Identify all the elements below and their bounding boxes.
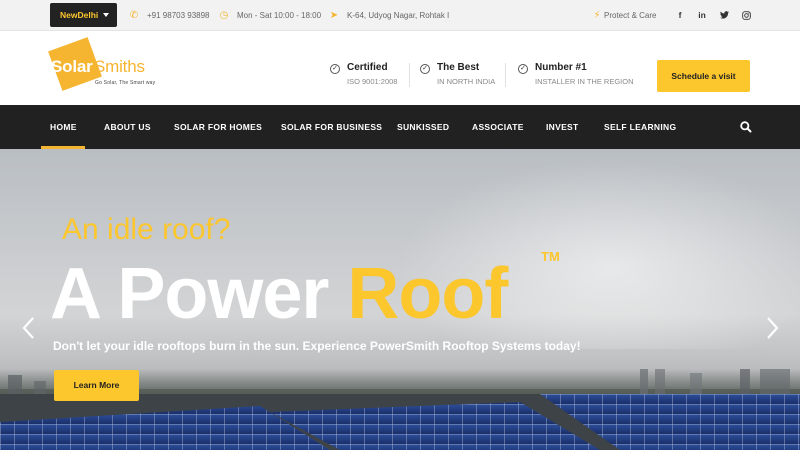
opening-hours: ◷ Mon - Sat 10:00 - 18:00 [219, 0, 321, 31]
check-circle-icon: ✓ [420, 64, 430, 74]
nav-item-solar-for-business[interactable]: SOLAR FOR BUSINESS [281, 105, 382, 149]
instagram-icon[interactable] [739, 0, 753, 31]
hero-question: An idle roof? [62, 213, 231, 246]
slider-next-arrow-icon[interactable] [764, 316, 780, 340]
hero-background-solar-panels [0, 394, 800, 450]
feature-title: The Best [437, 62, 480, 73]
trademark-mark: TM [541, 249, 560, 264]
protect-care-link[interactable]: ⚡ Protect & Care [592, 0, 656, 31]
city-selector[interactable]: NewDelhi [50, 3, 117, 27]
site-logo[interactable]: Solar Smiths Go Solar, The Smart way [48, 36, 178, 96]
feature-subtitle: ISO 9001:2008 [347, 77, 398, 86]
nav-item-associate[interactable]: ASSOCIATE [472, 105, 524, 149]
nav-item-solar-for-homes[interactable]: SOLAR FOR HOMES [174, 105, 262, 149]
protect-care-label: Protect & Care [604, 11, 657, 20]
check-circle-icon: ✓ [330, 64, 340, 74]
phone-number: +91 98703 93898 [147, 11, 210, 20]
check-circle-icon: ✓ [518, 64, 528, 74]
divider [409, 63, 410, 87]
nav-item-about-us[interactable]: ABOUT US [104, 105, 151, 149]
phone-contact[interactable]: ✆ +91 98703 93898 [129, 0, 210, 31]
logo-tagline: Go Solar, The Smart way [95, 80, 156, 86]
hero-headline-yellow: Roof [347, 254, 508, 334]
nav-item-invest[interactable]: INVEST [546, 105, 579, 149]
feature-title: Number #1 [535, 62, 587, 73]
location-arrow-icon: ➤ [329, 10, 339, 21]
hero-slider: An idle roof? A Power Roof TM Don't let … [0, 149, 800, 450]
phone-icon: ✆ [129, 10, 139, 21]
facebook-icon[interactable]: f [673, 0, 687, 31]
learn-more-button[interactable]: Learn More [54, 370, 139, 401]
main-nav: HOME ABOUT US SOLAR FOR HOMES SOLAR FOR … [0, 105, 800, 149]
twitter-icon[interactable] [717, 0, 731, 31]
hours-text: Mon - Sat 10:00 - 18:00 [237, 11, 322, 20]
logo-text-solar: Solar [51, 57, 93, 76]
divider [505, 63, 506, 87]
plug-icon: ⚡ [593, 10, 601, 21]
clock-icon: ◷ [219, 10, 229, 21]
feature-title: Certified [347, 62, 388, 73]
linkedin-icon[interactable]: in [695, 0, 709, 31]
hero-headline: A Power Roof [50, 253, 508, 335]
slider-prev-arrow-icon[interactable] [21, 316, 37, 340]
feature-subtitle: IN NORTH INDIA [437, 77, 496, 86]
schedule-visit-button[interactable]: Schedule a visit [657, 60, 750, 92]
city-selector-label: NewDelhi [60, 10, 99, 20]
address: ➤ K-64, Udyog Nagar, Rohtak I [329, 0, 449, 31]
hero-headline-white: A Power [50, 254, 329, 334]
nav-item-home[interactable]: HOME [50, 105, 77, 149]
site-header: Solar Smiths Go Solar, The Smart way ✓ C… [0, 31, 800, 105]
hero-subtitle: Don't let your idle rooftops burn in the… [53, 339, 581, 353]
address-text: K-64, Udyog Nagar, Rohtak I [347, 11, 450, 20]
top-bar: NewDelhi ✆ +91 98703 93898 ◷ Mon - Sat 10:… [0, 0, 800, 31]
search-icon[interactable] [739, 120, 753, 134]
chevron-down-icon [103, 13, 109, 17]
nav-item-self-learning[interactable]: SELF LEARNING [604, 105, 676, 149]
feature-subtitle: INSTALLER IN THE REGION [535, 77, 634, 86]
logo-text-smiths: Smiths [94, 57, 145, 76]
nav-item-sunkissed[interactable]: SUNKISSED [397, 105, 449, 149]
